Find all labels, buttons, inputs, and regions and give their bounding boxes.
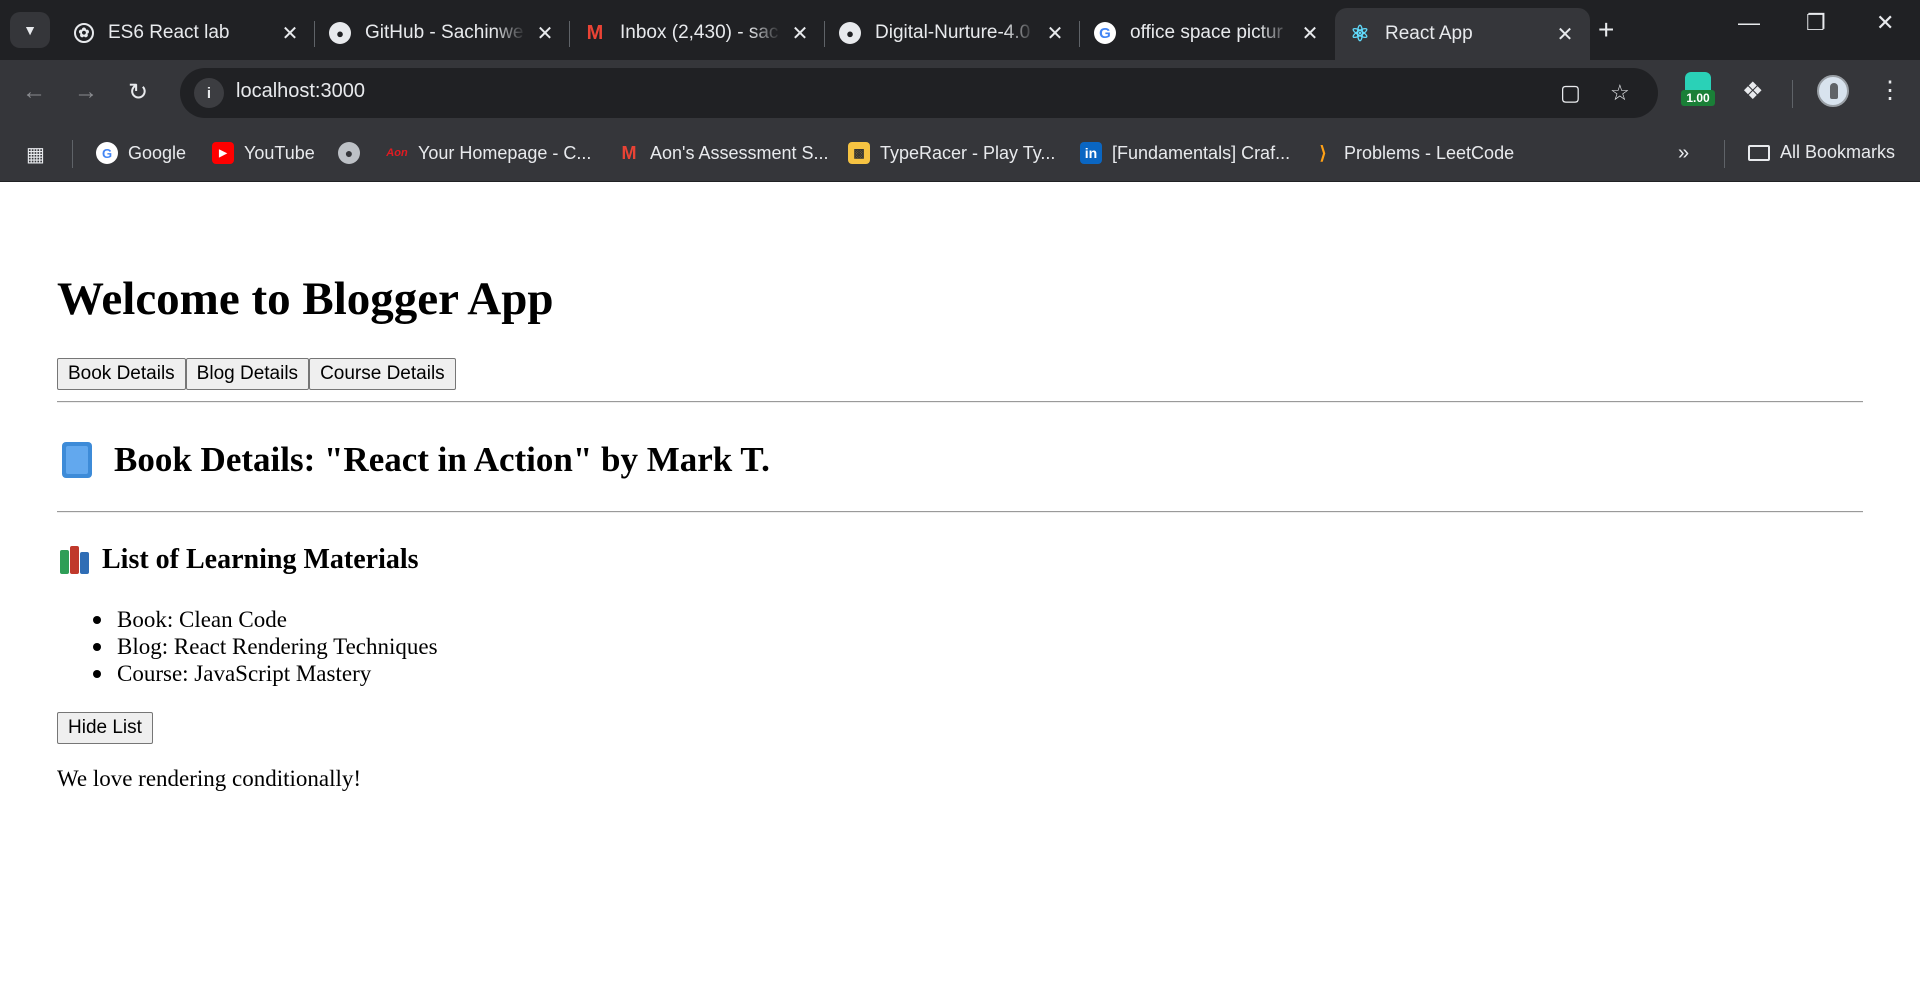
leetcode-icon: ⟩ (1319, 142, 1327, 163)
bookmark-label: YouTube (244, 142, 315, 163)
tab-digital-nurture[interactable]: ● Digital-Nurture-4.0 ✕ (825, 10, 1080, 56)
tab-strip: ▼ ✿ ES6 React lab ✕ ● GitHub - Sachinwe … (0, 0, 1920, 60)
tab-title: React App (1385, 23, 1473, 44)
bookmark-label: Problems - LeetCode (1344, 142, 1515, 163)
hide-list-button[interactable]: Hide List (57, 712, 153, 744)
gmail-icon: M (586, 21, 604, 44)
browser-toolbar: ← → ↻ i localhost:3000 ▢ ☆ 1.00 ❖ ⋮ (0, 60, 1920, 126)
menu-kebab-icon[interactable]: ⋮ (1878, 76, 1902, 105)
close-icon[interactable]: ✕ (534, 21, 556, 46)
extension-badge[interactable]: 1.00 (1681, 72, 1715, 112)
bookmark-linkedin-fundamentals[interactable]: in [Fundamentals] Craf... (1080, 142, 1290, 164)
books-icon (60, 546, 90, 574)
list-heading-text: List of Learning Materials (102, 544, 419, 575)
more-bookmarks-chevron-icon[interactable]: » (1678, 142, 1689, 165)
blog-details-button[interactable]: Blog Details (185, 358, 310, 390)
tab-title: Inbox (2,430) - sac (620, 22, 779, 43)
openai-icon: ✿ (74, 23, 94, 43)
bookmark-star-icon[interactable]: ☆ (1610, 80, 1630, 106)
forward-arrow-icon[interactable]: → (74, 78, 98, 106)
typeracer-icon: ▩ (848, 142, 870, 164)
back-arrow-icon[interactable]: ← (22, 78, 46, 106)
bookmark-label: TypeRacer - Play Ty... (880, 142, 1056, 163)
close-icon[interactable]: ✕ (1299, 21, 1321, 46)
tab-title: ES6 React lab (108, 22, 230, 43)
site-info-icon[interactable]: i (194, 78, 224, 108)
all-bookmarks-button[interactable]: All Bookmarks (1748, 142, 1895, 163)
reload-icon[interactable]: ↻ (128, 78, 148, 107)
minimize-icon[interactable]: — (1738, 10, 1760, 36)
youtube-icon: ▶ (212, 142, 234, 164)
page-title: Welcome to Blogger App (57, 273, 554, 325)
list-item: Blog: React Rendering Techniques (93, 634, 438, 659)
close-icon[interactable]: ✕ (1554, 22, 1576, 47)
all-bookmarks-label: All Bookmarks (1780, 142, 1896, 162)
bookmark-your-homepage[interactable]: Aon Your Homepage - C... (386, 142, 591, 164)
bookmarks-divider (72, 140, 73, 168)
tab-list: ✿ ES6 React lab ✕ ● GitHub - Sachinwe ✕ … (60, 8, 1590, 60)
chevron-down-icon: ▼ (23, 22, 37, 38)
extension-badge-count: 1.00 (1681, 90, 1715, 106)
tab-title: GitHub - Sachinwe (365, 22, 524, 43)
divider (57, 401, 1863, 403)
globe-icon: ● (338, 142, 360, 164)
bookmark-label: Your Homepage - C... (418, 142, 592, 163)
list-heading: List of Learning Materials (60, 544, 419, 576)
tab-es6-react-lab[interactable]: ✿ ES6 React lab ✕ (60, 10, 315, 56)
divider (57, 511, 1863, 513)
profile-avatar[interactable] (1817, 75, 1849, 107)
tab-title: Digital-Nurture-4.0 (875, 22, 1031, 43)
extension-icon (1685, 72, 1711, 92)
tab-title: office space pictur (1130, 22, 1283, 43)
restore-icon[interactable]: ❐ (1806, 10, 1826, 36)
github-icon: ● (329, 22, 351, 44)
toolbar-divider (1792, 80, 1793, 108)
tab-search-button[interactable]: ▼ (10, 12, 50, 48)
blue-book-icon (62, 442, 92, 478)
tab-inbox[interactable]: M Inbox (2,430) - sac ✕ (570, 10, 825, 56)
apps-grid-icon[interactable]: ▦ (26, 142, 45, 167)
close-icon[interactable]: ✕ (789, 21, 811, 46)
bookmark-label: Google (128, 142, 187, 163)
close-window-icon[interactable]: ✕ (1876, 10, 1894, 36)
book-details-heading: Book Details: "React in Action" by Mark … (62, 440, 770, 480)
bookmark-google[interactable]: G Google (96, 142, 186, 164)
github-icon: ● (839, 22, 861, 44)
bookmark-typeracer[interactable]: ▩ TypeRacer - Play Ty... (848, 142, 1055, 164)
aon-icon: Aon (386, 147, 408, 159)
bookmarks-bar: ▦ G Google ▶ YouTube ● Aon Your Homepage… (0, 126, 1920, 182)
list-item: Book: Clean Code (93, 606, 438, 633)
gmail-icon: M (621, 142, 637, 163)
tagline-text: We love rendering conditionally! (57, 766, 362, 791)
close-icon[interactable]: ✕ (1044, 21, 1066, 46)
bookmark-label: [Fundamentals] Craf... (1112, 142, 1291, 163)
bookmark-globe[interactable]: ● (338, 142, 370, 164)
install-app-icon[interactable]: ▢ (1560, 80, 1581, 106)
react-icon: ⚛ (1350, 21, 1370, 46)
address-bar[interactable]: i localhost:3000 ▢ ☆ (180, 68, 1658, 118)
google-icon: G (96, 142, 118, 164)
course-details-button[interactable]: Course Details (309, 358, 456, 390)
folder-icon (1748, 144, 1770, 161)
close-icon[interactable]: ✕ (279, 21, 301, 46)
bookmark-youtube[interactable]: ▶ YouTube (212, 142, 315, 164)
extensions-puzzle-icon[interactable]: ❖ (1742, 77, 1764, 106)
details-button-group: Book Details Blog Details Course Details (57, 358, 456, 390)
bookmark-label: Aon's Assessment S... (650, 142, 829, 163)
page-viewport: Welcome to Blogger App Book Details Blog… (0, 182, 1920, 1008)
google-icon: G (1094, 22, 1116, 44)
bookmark-aon-assessment[interactable]: M Aon's Assessment S... (618, 142, 829, 164)
tab-github-sachinwe[interactable]: ● GitHub - Sachinwe ✕ (315, 10, 570, 56)
bookmarks-divider (1724, 140, 1725, 168)
bookmark-leetcode[interactable]: ⟩ Problems - LeetCode (1312, 142, 1514, 164)
linkedin-icon: in (1080, 142, 1102, 164)
tab-office-space[interactable]: G office space pictur ✕ (1080, 10, 1335, 56)
list-item: Course: JavaScript Mastery (93, 660, 438, 687)
learning-materials-list: Book: Clean Code Blog: React Rendering T… (93, 606, 438, 687)
tab-react-app[interactable]: ⚛ React App ✕ (1335, 8, 1590, 60)
book-details-text: Book Details: "React in Action" by Mark … (114, 440, 770, 479)
url-text[interactable]: localhost:3000 (236, 80, 365, 103)
new-tab-button[interactable]: + (1598, 14, 1614, 46)
book-details-button[interactable]: Book Details (57, 358, 186, 390)
